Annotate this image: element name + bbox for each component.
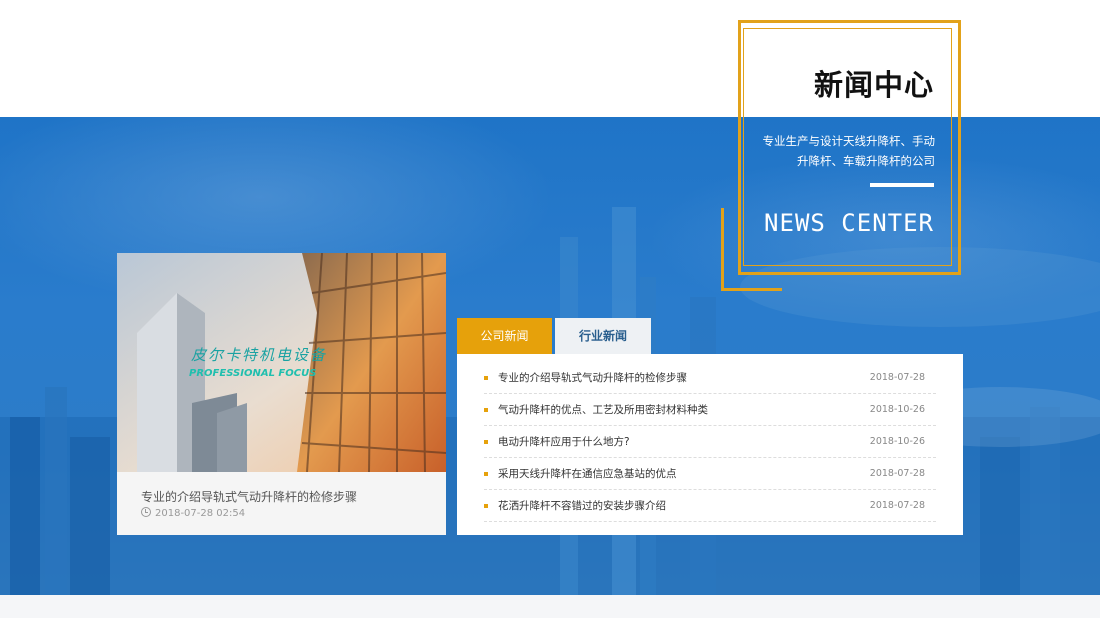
news-date: 2018-10-26 xyxy=(869,436,925,447)
news-center-title-en: NEWS CENTER xyxy=(764,209,934,237)
list-item[interactable]: 电动升降杆应用于什么地方? 2018-10-26 xyxy=(484,425,936,458)
bullet-icon xyxy=(484,504,488,508)
news-title[interactable]: 专业的介绍导轨式气动升降杆的检修步骤 xyxy=(498,370,687,385)
bullet-icon xyxy=(484,408,488,412)
news-title[interactable]: 采用天线升降杆在通信应急基站的优点 xyxy=(498,466,677,481)
featured-news-image[interactable]: 皮尔卡特机电设备 PROFESSIONAL FOCUS xyxy=(117,253,446,472)
bullet-icon xyxy=(484,376,488,380)
bullet-icon xyxy=(484,472,488,476)
list-item[interactable]: 气动升降杆的优点、工艺及所用密封材料种类 2018-10-26 xyxy=(484,393,936,426)
news-center-title: 新闻中心 xyxy=(813,68,934,102)
news-date: 2018-07-28 xyxy=(869,372,925,383)
news-date: 2018-07-28 xyxy=(869,500,925,511)
list-item[interactable]: 花洒升降杆不容错过的安装步骤介绍 2018-07-28 xyxy=(484,489,936,522)
news-title[interactable]: 气动升降杆的优点、工艺及所用密封材料种类 xyxy=(498,402,708,417)
news-title[interactable]: 花洒升降杆不容错过的安装步骤介绍 xyxy=(498,498,666,513)
featured-news-card[interactable]: 皮尔卡特机电设备 PROFESSIONAL FOCUS 专业的介绍导轨式气动升降… xyxy=(117,253,446,535)
list-item[interactable]: 专业的介绍导轨式气动升降杆的检修步骤 2018-07-28 xyxy=(484,361,936,394)
news-date: 2018-10-26 xyxy=(869,404,925,415)
news-center-description: 专业生产与设计天线升降杆、手动升降杆、车载升降杆的公司 xyxy=(762,134,936,168)
brand-watermark-en: PROFESSIONAL FOCUS xyxy=(189,368,317,379)
featured-news-title[interactable]: 专业的介绍导轨式气动升降杆的检修步骤 xyxy=(141,488,357,505)
bullet-icon xyxy=(484,440,488,444)
list-item[interactable]: 采用天线升降杆在通信应急基站的优点 2018-07-28 xyxy=(484,457,936,490)
featured-news-date: 2018-07-28 02:54 xyxy=(141,507,245,519)
news-list-panel: 专业的介绍导轨式气动升降杆的检修步骤 2018-07-28 气动升降杆的优点、工… xyxy=(457,354,963,535)
brand-watermark-cn: 皮尔卡特机电设备 xyxy=(191,346,328,364)
divider-line xyxy=(870,183,934,187)
clock-icon xyxy=(141,507,151,517)
footer-strip xyxy=(0,595,1100,618)
tab-company-news[interactable]: 公司新闻 xyxy=(457,318,552,354)
tab-industry-news[interactable]: 行业新闻 xyxy=(555,318,651,354)
news-title[interactable]: 电动升降杆应用于什么地方? xyxy=(498,434,630,449)
news-date: 2018-07-28 xyxy=(869,468,925,479)
